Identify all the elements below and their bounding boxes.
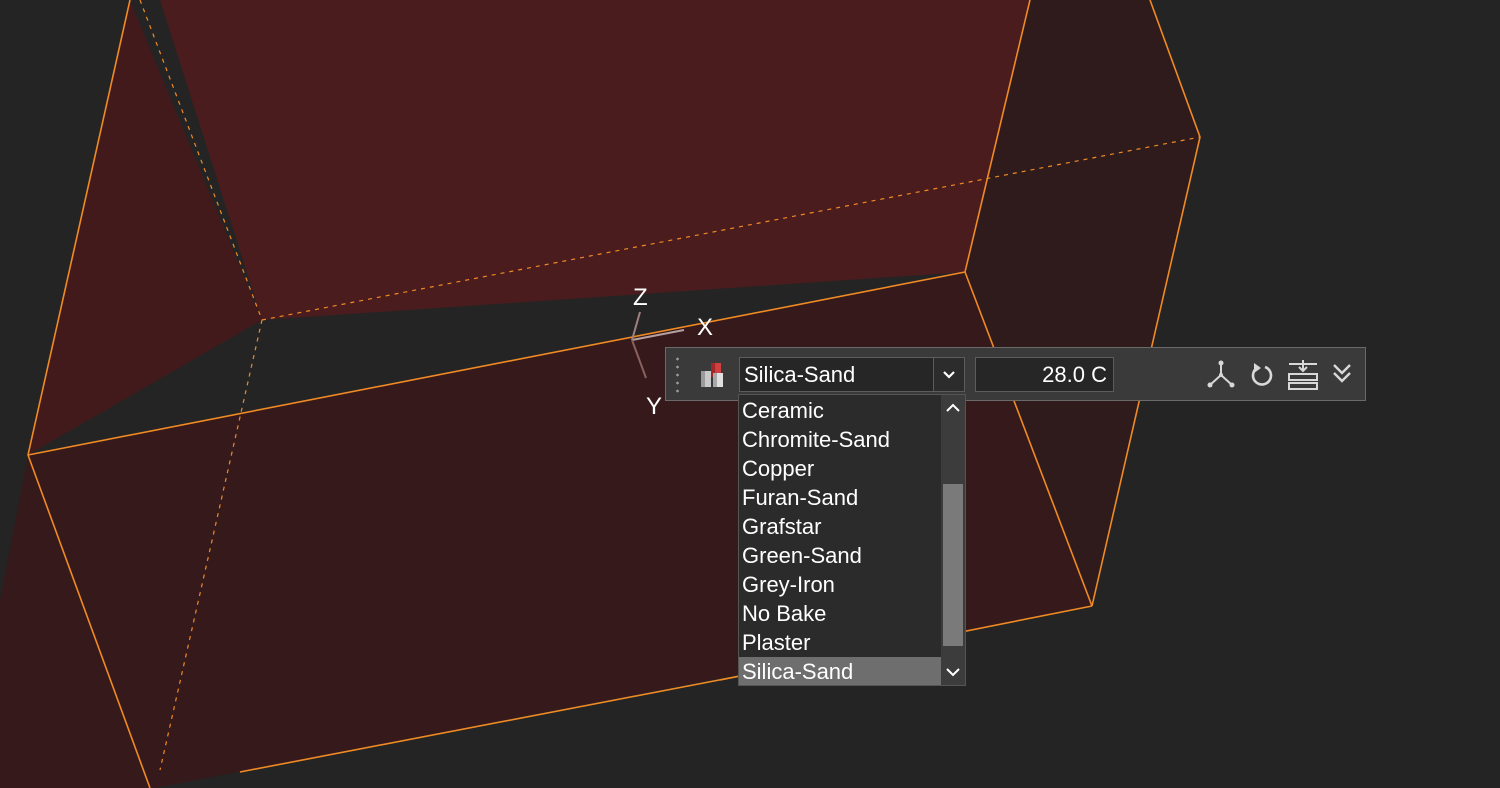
list-item-selected[interactable]: Silica-Sand (739, 657, 941, 685)
scrollbar-thumb[interactable] (943, 484, 963, 646)
list-item[interactable]: Ceramic (739, 396, 941, 425)
material-combobox[interactable]: Silica-Sand (739, 357, 965, 392)
scroll-down-icon[interactable] (941, 659, 965, 685)
list-item[interactable]: Green-Sand (739, 541, 941, 570)
dropdown-scrollbar[interactable] (941, 395, 965, 685)
material-dropdown-list[interactable]: Ceramic Chromite-Sand Copper Furan-Sand … (738, 394, 966, 686)
chevron-down-icon (943, 371, 955, 379)
list-item[interactable]: Chromite-Sand (739, 425, 941, 454)
list-item[interactable]: No Bake (739, 599, 941, 628)
axis-label-x: X (697, 314, 714, 341)
floating-toolbar: Silica-Sand 28.0 C (665, 347, 1366, 401)
list-item[interactable]: Furan-Sand (739, 483, 941, 512)
list-item[interactable]: Grey-Iron (739, 570, 941, 599)
list-item[interactable]: Copper (739, 454, 941, 483)
axis-label-y: Y (646, 393, 663, 420)
axis-label-z: Z (633, 284, 648, 311)
list-item[interactable]: Plaster (739, 628, 941, 657)
list-item[interactable]: Grafstar (739, 512, 941, 541)
place-on-plane-icon[interactable] (1286, 359, 1320, 391)
material-combobox-dropdown-button[interactable] (933, 358, 964, 391)
rotate-reset-icon[interactable] (1246, 359, 1280, 391)
double-chevron-down-icon[interactable] (1328, 359, 1356, 391)
dropdown-items: Ceramic Chromite-Sand Copper Furan-Sand … (739, 396, 941, 685)
scroll-up-icon[interactable] (941, 395, 965, 421)
material-combobox-value: Silica-Sand (744, 362, 856, 387)
axis-gizmo-icon[interactable] (1204, 359, 1238, 391)
box-top-face (130, 0, 1030, 320)
temperature-field[interactable]: 28.0 C (975, 357, 1114, 392)
toolbar-drag-handle[interactable] (676, 355, 679, 395)
material-blocks-icon (701, 363, 723, 387)
